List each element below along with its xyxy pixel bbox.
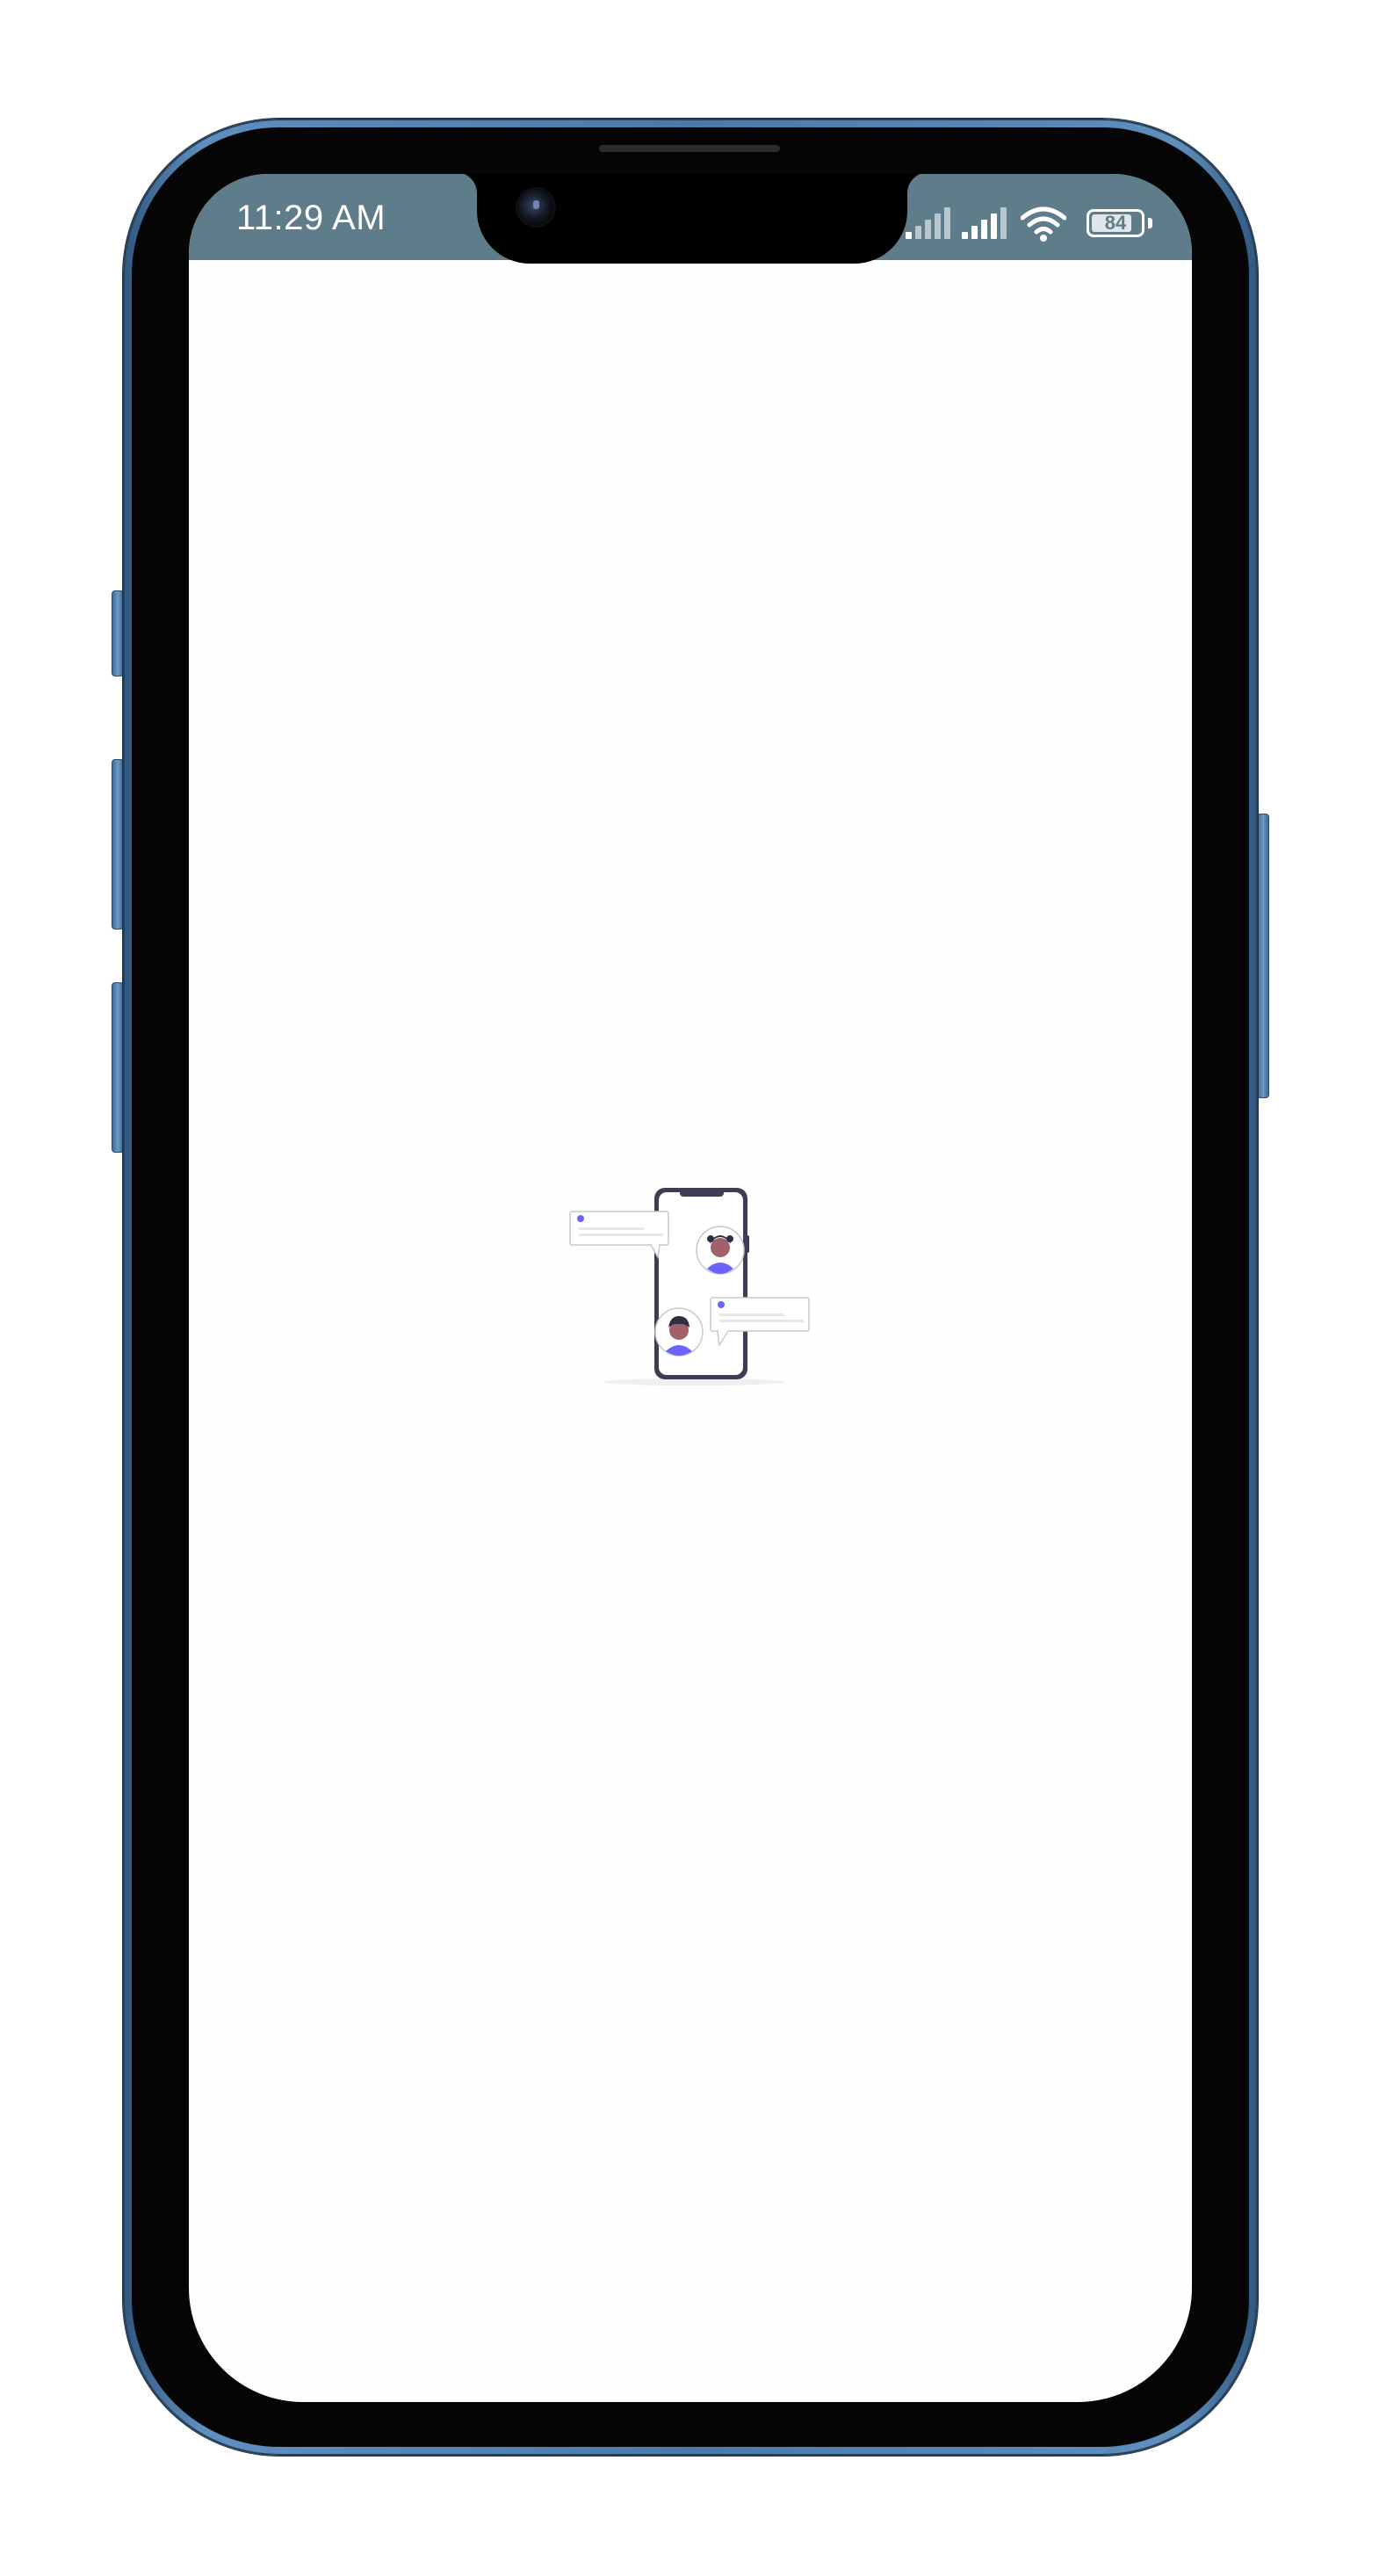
volume-down-button [112, 982, 124, 1153]
avatar-man-icon [654, 1307, 704, 1357]
power-button [1257, 814, 1269, 1098]
volume-up-button [112, 759, 124, 930]
page: 11:29 AM 84 [0, 0, 1379, 2576]
front-camera [518, 190, 553, 225]
message-bubble-left [569, 1211, 669, 1260]
battery-icon: 84 [1087, 209, 1144, 237]
wifi-icon [1021, 206, 1066, 242]
silent-switch [112, 590, 124, 677]
battery-cap [1148, 218, 1152, 228]
status-icons: 84 [906, 206, 1169, 242]
battery-percent: 84 [1104, 212, 1127, 234]
illustration-shadow [603, 1378, 785, 1386]
earpiece-speaker [599, 145, 780, 152]
display-notch [477, 174, 907, 264]
chat-messaging-illustration [569, 1188, 810, 1386]
status-time: 11:29 AM [236, 199, 386, 237]
cellular-signal-2-icon [962, 207, 1009, 239]
avatar-woman-icon [696, 1226, 745, 1275]
cellular-signal-1-icon [906, 207, 953, 239]
device-screen: 11:29 AM 84 [189, 174, 1192, 2402]
